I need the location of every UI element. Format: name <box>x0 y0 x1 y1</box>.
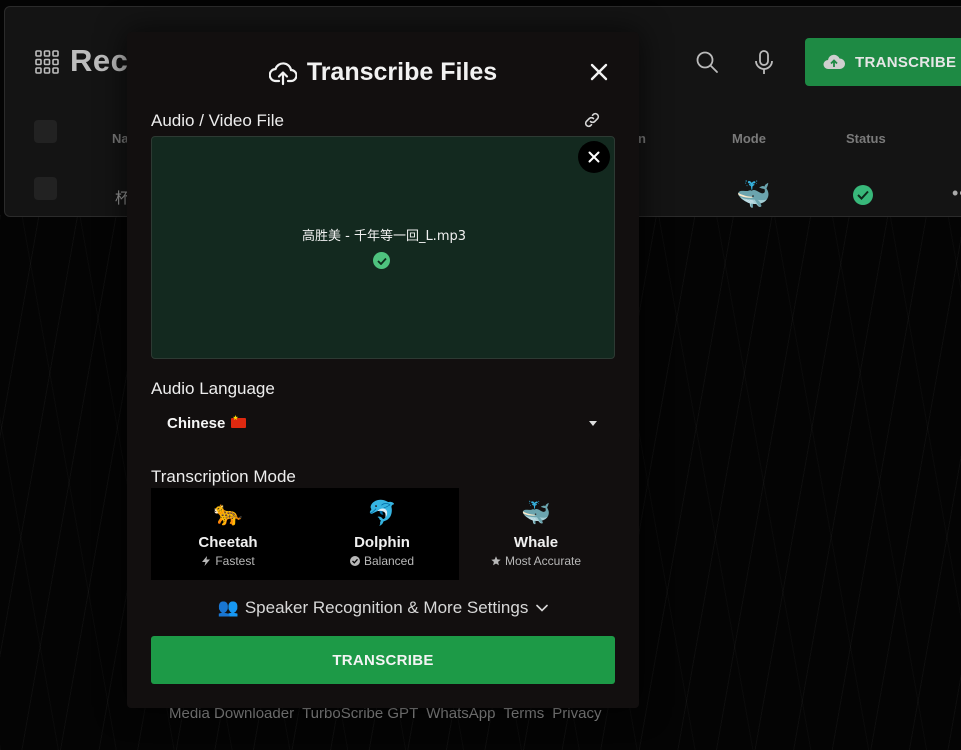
language-label: Audio Language <box>151 379 275 398</box>
cheetah-icon: 🐆 <box>213 500 243 527</box>
row-checkbox[interactable] <box>34 177 57 200</box>
mode-name: Dolphin <box>354 534 410 551</box>
file-dropzone[interactable]: 高胜美 - 千年等一回_L.mp3 <box>151 136 615 359</box>
chevron-down-icon <box>536 604 549 612</box>
mode-name: Cheetah <box>198 534 258 551</box>
dolphin-icon: 🐬 <box>367 500 397 527</box>
upload-success-check-icon <box>373 252 390 269</box>
close-icon[interactable] <box>589 62 609 82</box>
transcription-mode-selector: 🐆 Cheetah Fastest 🐬 Dolphin Balanced 🐳 W… <box>151 488 615 580</box>
more-settings-toggle[interactable]: 👥 Speaker Recognition & More Settings <box>127 598 639 618</box>
row-status-check-icon <box>853 185 873 205</box>
people-icon: 👥 <box>217 598 239 617</box>
mode-subtitle-text: Most Accurate <box>504 554 582 568</box>
mode-subtitle: Fastest <box>201 554 255 568</box>
header-transcribe-label: TRANSCRIBE FIL <box>855 53 961 71</box>
language-value: Chinese <box>167 414 226 432</box>
caret-down-icon <box>589 421 597 426</box>
transcribe-button[interactable]: TRANSCRIBE <box>151 636 615 684</box>
mode-option-dolphin[interactable]: 🐬 Dolphin Balanced <box>305 488 459 580</box>
file-section-label: Audio / Video File <box>151 111 284 130</box>
column-header-mode: Mode <box>732 131 766 146</box>
modal-title: Transcribe Files <box>127 58 639 87</box>
modal-title-text: Transcribe Files <box>306 58 498 86</box>
cloud-upload-icon <box>268 61 297 85</box>
uploaded-file-name: 高胜美 - 千年等一回_L.mp3 <box>301 229 467 244</box>
language-select[interactable]: Chinese <box>151 404 615 442</box>
search-icon[interactable] <box>695 49 719 75</box>
lightning-icon <box>202 556 211 566</box>
mode-name: Whale <box>513 534 559 551</box>
whale-icon: 🐳 <box>521 500 551 527</box>
cloud-upload-icon <box>823 54 845 69</box>
microphone-icon[interactable] <box>752 49 776 75</box>
row-more-icon[interactable]: •• <box>952 183 961 204</box>
more-settings-label: Speaker Recognition & More Settings <box>244 598 529 617</box>
mode-option-whale[interactable]: 🐳 Whale Most Accurate <box>459 488 613 580</box>
column-header-status: Status <box>846 131 886 146</box>
mode-subtitle-text: Balanced <box>363 554 415 568</box>
header-transcribe-button[interactable]: TRANSCRIBE FIL <box>805 38 961 86</box>
star-icon <box>491 556 501 566</box>
check-circle-icon <box>349 556 360 566</box>
select-all-checkbox[interactable] <box>34 120 57 143</box>
transcribe-files-modal: Transcribe Files Audio / Video File 高胜美 … <box>127 32 639 708</box>
app-root: Rece TRANSCRIBE FIL Na n Mode Status 杯 🐳 <box>0 0 961 750</box>
mode-label: Transcription Mode <box>151 467 296 486</box>
close-icon <box>588 151 600 163</box>
mode-subtitle: Most Accurate <box>491 554 581 568</box>
remove-file-button[interactable] <box>578 141 610 173</box>
china-flag-icon <box>231 414 247 428</box>
link-icon[interactable] <box>583 111 601 129</box>
row-mode-whale-icon: 🐳 <box>736 179 771 210</box>
mode-subtitle-text: Fastest <box>215 554 255 568</box>
mode-option-cheetah[interactable]: 🐆 Cheetah Fastest <box>151 488 305 580</box>
mode-subtitle: Balanced <box>349 554 415 568</box>
apps-grid-icon[interactable] <box>35 50 59 74</box>
column-header-duration: n <box>638 131 646 146</box>
